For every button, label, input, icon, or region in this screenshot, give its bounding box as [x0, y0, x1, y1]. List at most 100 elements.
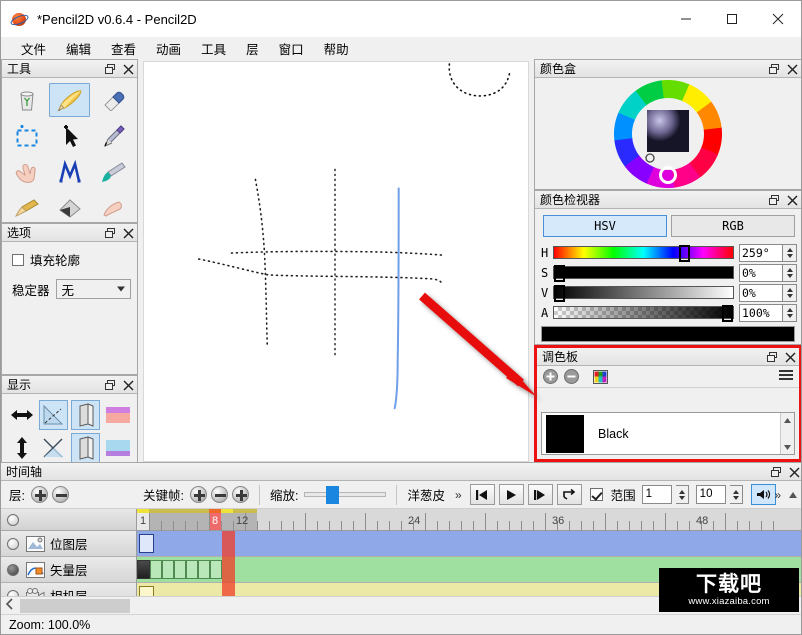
hue-value[interactable]: 259° — [739, 244, 783, 262]
menu-file[interactable]: 文件 — [11, 37, 56, 60]
blue-band-icon[interactable] — [103, 433, 132, 463]
scroll-up-icon[interactable] — [781, 413, 794, 427]
scroll-down-icon[interactable] — [781, 440, 794, 454]
layer-visibility-toggle[interactable] — [7, 564, 19, 576]
range-end-spinner[interactable] — [730, 485, 743, 504]
hue-spinner[interactable] — [783, 244, 797, 262]
color-grid-icon[interactable] — [593, 369, 608, 384]
float-icon[interactable] — [768, 194, 780, 206]
prev-frame-button[interactable] — [470, 484, 495, 505]
alpha-value[interactable]: 100% — [739, 304, 783, 322]
polyline-tool[interactable] — [49, 155, 90, 189]
keyframe-cell[interactable] — [139, 586, 154, 596]
stabilizer-select[interactable]: 无 — [56, 279, 131, 299]
saturation-spinner[interactable] — [783, 264, 797, 282]
float-icon[interactable] — [104, 227, 116, 239]
layer-visibility-toggle[interactable] — [7, 538, 19, 550]
close-icon[interactable] — [122, 379, 134, 391]
keyframe-cell[interactable] — [186, 560, 198, 579]
timeline-expand-more[interactable]: » — [774, 488, 781, 502]
hand-tool[interactable] — [6, 155, 47, 189]
tab-rgb[interactable]: RGB — [671, 215, 795, 237]
palette-color-list[interactable]: Black — [541, 412, 795, 455]
value-slider[interactable] — [553, 286, 734, 299]
keyframe-cell[interactable] — [137, 560, 150, 579]
saturation-slider[interactable] — [553, 266, 734, 279]
value-spinner[interactable] — [783, 284, 797, 302]
hamburger-menu-icon[interactable] — [779, 370, 793, 382]
hsv-color-wheel[interactable] — [535, 78, 801, 189]
close-icon[interactable] — [786, 63, 798, 75]
close-icon[interactable] — [788, 466, 800, 478]
close-icon[interactable] — [755, 1, 801, 37]
menu-help[interactable]: 帮助 — [314, 37, 359, 60]
close-icon[interactable] — [122, 227, 134, 239]
float-icon[interactable] — [104, 379, 116, 391]
hscrollbar-thumb[interactable] — [20, 599, 130, 613]
onion-skin-more[interactable]: » — [455, 488, 462, 502]
play-button[interactable] — [499, 484, 524, 505]
maximize-icon[interactable] — [709, 1, 755, 37]
pen-tool[interactable] — [92, 119, 133, 153]
list-item[interactable]: Black — [542, 413, 633, 454]
book-mirror-icon[interactable] — [71, 400, 100, 430]
eraser-tool[interactable] — [92, 83, 133, 117]
book-mirror-icon[interactable] — [71, 433, 100, 463]
range-end-input[interactable]: 10 — [696, 485, 726, 504]
add-layer-button[interactable] — [31, 486, 48, 503]
select-tool[interactable] — [6, 119, 47, 153]
keyframe-cell[interactable] — [162, 560, 174, 579]
value-value[interactable]: 0% — [739, 284, 783, 302]
smudge-tool[interactable] — [6, 191, 47, 222]
add-keyframe-button[interactable] — [190, 486, 207, 503]
visibility-toggle-all[interactable] — [7, 514, 19, 526]
palette-scrollbar[interactable] — [780, 413, 794, 454]
drawing-canvas[interactable] — [143, 61, 529, 462]
table-row[interactable]: 位图层 — [1, 531, 136, 557]
remove-layer-button[interactable] — [52, 486, 69, 503]
keyframe-cell[interactable] — [210, 560, 222, 579]
menu-animation[interactable]: 动画 — [146, 37, 191, 60]
perspective-icon[interactable] — [39, 433, 68, 463]
remove-keyframe-button[interactable] — [211, 486, 228, 503]
next-frame-button[interactable] — [528, 484, 553, 505]
move-tool[interactable] — [49, 119, 90, 153]
bucket-tool[interactable] — [49, 191, 90, 222]
table-row[interactable]: 矢量层 — [1, 557, 136, 583]
plus-circle-icon[interactable] — [543, 369, 558, 384]
menu-window[interactable]: 窗口 — [269, 37, 314, 60]
keyframe-cell[interactable] — [198, 560, 210, 579]
playhead[interactable] — [222, 531, 235, 596]
menu-layer[interactable]: 层 — [236, 37, 269, 60]
range-checkbox[interactable] — [590, 488, 603, 501]
minus-circle-icon[interactable] — [564, 369, 579, 384]
fill-contour-row[interactable]: 填充轮廓 — [2, 242, 137, 269]
tab-hsv[interactable]: HSV — [543, 215, 667, 237]
timeline-scroll-up-icon[interactable] — [788, 488, 798, 502]
float-icon[interactable] — [766, 351, 778, 363]
pencil-tool[interactable] — [49, 83, 90, 117]
alpha-slider[interactable] — [553, 306, 734, 319]
menu-tools[interactable]: 工具 — [191, 37, 236, 60]
float-icon[interactable] — [104, 63, 116, 75]
close-icon[interactable] — [122, 63, 134, 75]
range-start-input[interactable]: 1 — [642, 485, 672, 504]
speaker-icon[interactable] — [751, 484, 776, 505]
fill-contour-checkbox[interactable] — [12, 254, 24, 266]
brush-tool[interactable] — [92, 155, 133, 189]
onion-skin-label[interactable]: 洋葱皮 — [407, 485, 445, 504]
float-icon[interactable] — [768, 63, 780, 75]
timeline-ruler[interactable]: 1 8 12 24 36 48 — [137, 509, 802, 531]
saturation-value[interactable]: 0% — [739, 264, 783, 282]
color-swatch[interactable] — [546, 415, 584, 453]
loop-button[interactable] — [557, 484, 582, 505]
menu-view[interactable]: 查看 — [101, 37, 146, 60]
keyframe-cell[interactable] — [174, 560, 186, 579]
diagonal-triangle-icon[interactable] — [39, 400, 68, 430]
hue-slider[interactable] — [553, 246, 734, 259]
timeline-zoom-slider[interactable] — [304, 487, 386, 503]
pink-band-icon[interactable] — [103, 400, 132, 430]
keyframe-cell[interactable] — [150, 560, 162, 579]
alpha-spinner[interactable] — [783, 304, 797, 322]
close-icon[interactable] — [784, 351, 796, 363]
